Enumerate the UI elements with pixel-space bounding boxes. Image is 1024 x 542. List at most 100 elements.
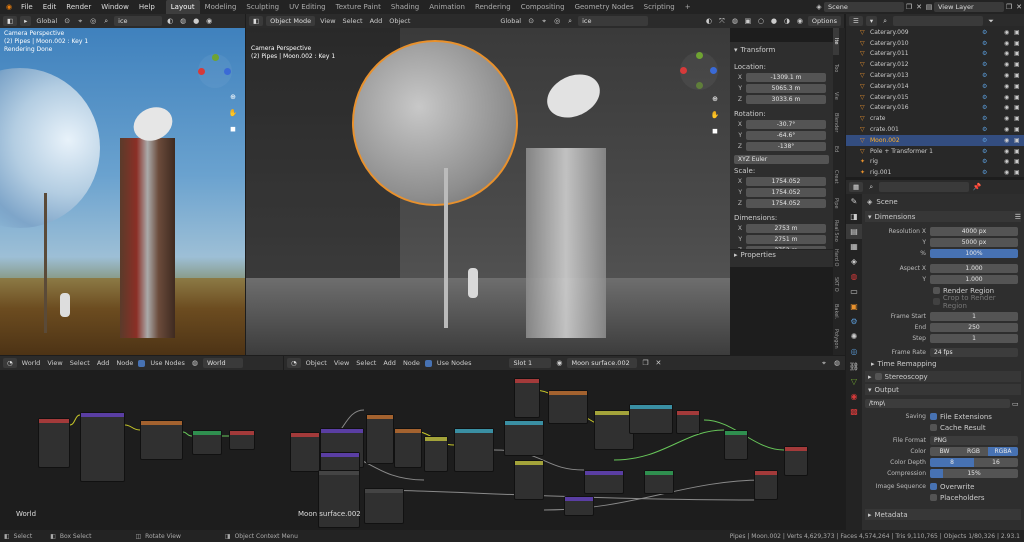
sidebar-tab[interactable]: Blender bbox=[833, 109, 839, 136]
shader-node[interactable] bbox=[318, 470, 360, 528]
outliner-item[interactable]: ▽ Caterary.014 ⚙ ◉ ▣ bbox=[846, 81, 1024, 92]
scene-icon[interactable]: ◈ bbox=[846, 254, 862, 269]
display-mode-button[interactable]: ▾ bbox=[865, 16, 878, 26]
material-icon[interactable]: ◉ bbox=[846, 389, 862, 404]
collection-icon[interactable]: ▭ bbox=[846, 284, 862, 299]
search-input[interactable]: ice bbox=[114, 16, 163, 26]
tab-sculpting[interactable]: Sculpting bbox=[241, 0, 284, 14]
resolution-x-field[interactable]: 4000 px bbox=[930, 227, 1018, 236]
modifier-icon[interactable]: ⚙ bbox=[982, 148, 1004, 155]
mode-selector[interactable]: Object Mode bbox=[266, 16, 316, 26]
sidebar-tab[interactable]: Too bbox=[833, 55, 839, 82]
modifier-icon[interactable]: ⚙ bbox=[982, 158, 1004, 165]
tool-icon[interactable]: ✎ bbox=[846, 194, 862, 209]
render-camera-icon[interactable]: ▣ bbox=[1014, 158, 1024, 165]
view-layer-icon[interactable]: ▦ bbox=[846, 239, 862, 254]
frame-end-field[interactable]: 250 bbox=[930, 323, 1018, 332]
xray-icon[interactable]: ▣ bbox=[743, 16, 753, 26]
visibility-eye-icon[interactable]: ◉ bbox=[1004, 94, 1014, 101]
outliner-item[interactable]: ▽ Caterary.010 ⚙ ◉ ▣ bbox=[846, 38, 1024, 49]
visibility-eye-icon[interactable]: ◉ bbox=[1004, 104, 1014, 111]
editor-type-button[interactable]: ▦ bbox=[849, 182, 864, 192]
search-input[interactable]: ice bbox=[578, 16, 649, 26]
outliner-item[interactable]: ▽ Pole + Transformer 1 ⚙ ◉ ▣ bbox=[846, 146, 1024, 157]
color-rgb-button[interactable]: RGB bbox=[959, 447, 988, 456]
shader-node[interactable] bbox=[514, 378, 540, 418]
astronaut-object[interactable] bbox=[468, 268, 478, 298]
menu-window[interactable]: Window bbox=[96, 0, 134, 14]
background-node[interactable] bbox=[192, 430, 222, 455]
snap-icon[interactable]: ⌖ bbox=[75, 16, 85, 26]
close-icon[interactable]: ✕ bbox=[653, 358, 663, 368]
navigation-gizmo[interactable] bbox=[680, 52, 718, 90]
shader-node[interactable] bbox=[564, 496, 594, 516]
world-icon[interactable]: ◍ bbox=[846, 269, 862, 284]
render-camera-icon[interactable]: ▣ bbox=[1014, 40, 1024, 47]
zoom-icon[interactable]: ⊕ bbox=[710, 94, 720, 104]
copy-icon[interactable]: ❐ bbox=[904, 2, 914, 12]
visibility-eye-icon[interactable]: ◉ bbox=[1004, 40, 1014, 47]
shading-render-icon[interactable]: ◉ bbox=[204, 16, 214, 26]
visibility-eye-icon[interactable]: ◉ bbox=[1004, 29, 1014, 36]
tab-animation[interactable]: Animation bbox=[424, 0, 470, 14]
outliner-item[interactable]: ▽ Caterary.011 ⚙ ◉ ▣ bbox=[846, 49, 1024, 60]
frame-step-field[interactable]: 1 bbox=[930, 334, 1018, 343]
sidebar-tab[interactable]: Hard O bbox=[833, 244, 839, 271]
object-icon[interactable]: ▣ bbox=[846, 299, 862, 314]
render-camera-icon[interactable]: ▣ bbox=[1014, 61, 1024, 68]
particles-icon[interactable]: ✺ bbox=[846, 329, 862, 344]
shader-node[interactable] bbox=[424, 436, 448, 472]
editor-type-button[interactable]: ◔ bbox=[3, 358, 17, 368]
pole-object[interactable] bbox=[444, 168, 448, 328]
data-icon[interactable]: ▽ bbox=[846, 374, 862, 389]
visibility-eye-icon[interactable]: ◉ bbox=[1004, 158, 1014, 165]
shader-node[interactable] bbox=[629, 404, 673, 434]
shader-type-selector[interactable]: Object bbox=[304, 359, 329, 367]
sidebar-tab[interactable]: Creat bbox=[833, 163, 839, 190]
dimensions-x-field[interactable]: 2753 m bbox=[746, 224, 826, 233]
overlay-icon[interactable]: ◍ bbox=[832, 358, 842, 368]
visibility-eye-icon[interactable]: ◉ bbox=[1004, 148, 1014, 155]
modifier-icon[interactable]: ⚙ bbox=[982, 94, 1004, 101]
cache-result-checkbox[interactable] bbox=[930, 424, 937, 431]
sidebar-tab[interactable]: Ed bbox=[833, 136, 839, 163]
shader-node[interactable] bbox=[454, 428, 494, 472]
material-selector[interactable]: Moon surface.002 bbox=[567, 358, 638, 368]
tab-rendering[interactable]: Rendering bbox=[470, 0, 516, 14]
shader-node[interactable] bbox=[320, 452, 360, 472]
shader-node[interactable] bbox=[548, 390, 588, 424]
render-camera-icon[interactable]: ▣ bbox=[1014, 126, 1024, 133]
modifier-icon[interactable]: ⚙ bbox=[982, 83, 1004, 90]
menu-help[interactable]: Help bbox=[134, 0, 160, 14]
menu-add[interactable]: Add bbox=[368, 17, 385, 25]
shader-node[interactable] bbox=[676, 410, 700, 434]
proportional-icon[interactable]: ◎ bbox=[88, 16, 98, 26]
shading-wire-icon[interactable]: ○ bbox=[756, 16, 766, 26]
modifier-icon[interactable]: ⚙ bbox=[982, 104, 1004, 111]
camera-icon[interactable]: ◼ bbox=[710, 126, 720, 136]
outliner-item[interactable]: ▽ Caterary.012 ⚙ ◉ ▣ bbox=[846, 59, 1024, 70]
modifier-icon[interactable]: ⚙ bbox=[982, 115, 1004, 122]
dimensions-y-field[interactable]: 2751 m bbox=[746, 235, 826, 244]
tower-object[interactable] bbox=[526, 148, 606, 338]
editor-type-button[interactable]: ◔ bbox=[287, 358, 301, 368]
scene-selector[interactable]: Scene bbox=[824, 2, 904, 12]
shader-node[interactable] bbox=[584, 470, 624, 494]
shading-material-icon[interactable]: ◑ bbox=[782, 16, 792, 26]
shader-node[interactable] bbox=[594, 410, 634, 450]
time-remapping-header[interactable]: ▸ Time Remapping bbox=[865, 358, 1021, 369]
overlay-icon[interactable]: ◍ bbox=[730, 16, 740, 26]
location-x-field[interactable]: -1309.1 m bbox=[746, 73, 826, 82]
tab-geometry-nodes[interactable]: Geometry Nodes bbox=[570, 0, 639, 14]
world-selector[interactable]: World bbox=[202, 358, 243, 368]
rotation-x-field[interactable]: -30.7° bbox=[746, 120, 826, 129]
shader-node[interactable] bbox=[784, 446, 808, 476]
visibility-eye-icon[interactable]: ◉ bbox=[1004, 72, 1014, 79]
tab-compositing[interactable]: Compositing bbox=[516, 0, 570, 14]
outliner-item[interactable]: ▽ crate.001 ⚙ ◉ ▣ bbox=[846, 124, 1024, 135]
view-layer-selector[interactable]: View Layer bbox=[934, 2, 1004, 12]
orientation-selector[interactable]: Global bbox=[498, 17, 523, 25]
visibility-eye-icon[interactable]: ◉ bbox=[1004, 61, 1014, 68]
constraint-icon[interactable]: ⛓ bbox=[846, 359, 862, 374]
location-y-field[interactable]: 5065.3 m bbox=[746, 84, 826, 93]
